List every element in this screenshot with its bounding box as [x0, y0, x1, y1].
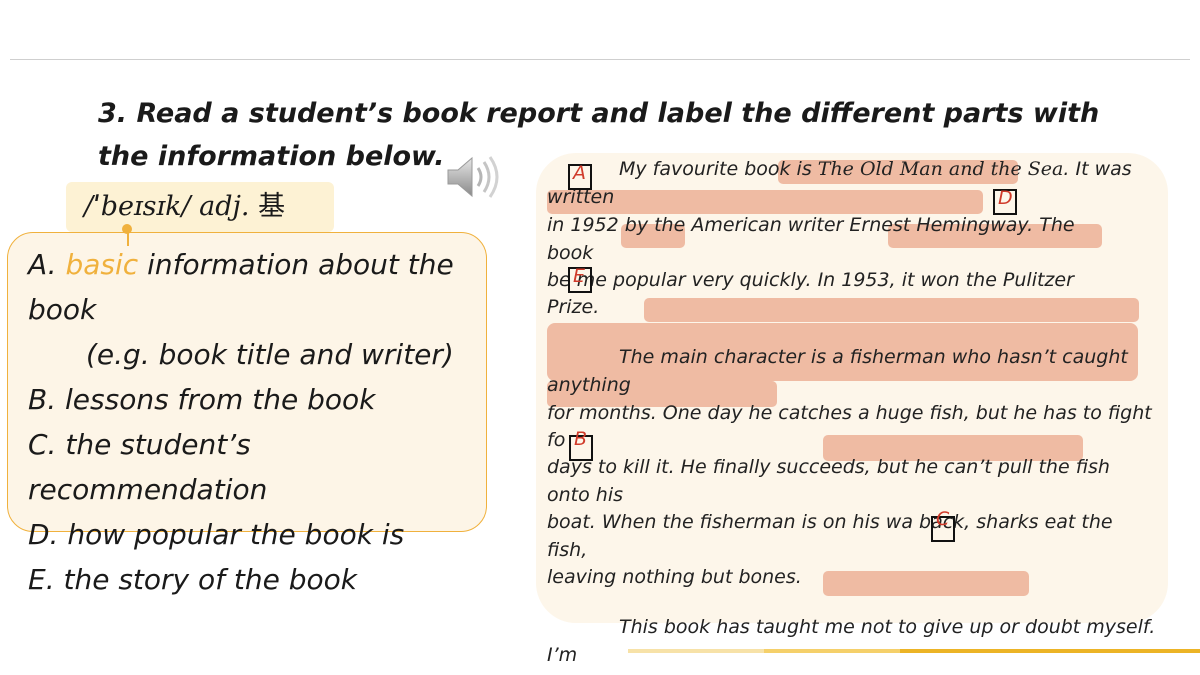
progress-segment: [764, 649, 900, 653]
report-line: be me popular very quickly. In 1953, it …: [547, 269, 1074, 291]
label-letter-c: C: [936, 508, 950, 530]
option-c-line2: recommendation: [28, 473, 268, 506]
report-line: days to kill it. He finally succeeds, bu…: [547, 456, 1110, 478]
label-letter-d: D: [998, 187, 1013, 209]
label-letter-e: E: [573, 265, 586, 287]
options-list: A. basic information about the book (e.g…: [28, 242, 498, 602]
label-letter-a: A: [573, 162, 586, 184]
report-line: This book has taught me not to give up o…: [619, 616, 1156, 638]
report-text: My favourite book is: [619, 158, 818, 180]
report-line: anything: [547, 374, 631, 396]
report-line: The main character is a fisherman who ha…: [619, 346, 1128, 368]
report-line: fish,: [547, 539, 588, 561]
top-divider: [10, 59, 1190, 60]
label-letter-b: B: [574, 428, 588, 450]
phonetic-gloss: 基: [258, 191, 286, 222]
report-line: book: [547, 242, 594, 264]
option-e: E. the story of the book: [28, 563, 358, 596]
report-line: for months. One day he catches a huge fi…: [547, 402, 1152, 424]
report-line: fo: [547, 429, 566, 451]
option-a-prefix: A.: [28, 248, 66, 281]
report-line: Prize.: [547, 296, 600, 318]
option-d: D. how popular the book is: [28, 518, 405, 551]
report-line: My favourite book is The Old Man and the…: [619, 158, 1132, 180]
progress-segment: [628, 649, 764, 653]
report-line: in 1952 by the American writer Ernest He…: [547, 214, 1075, 236]
phonetic-ipa: /ˈbeɪsɪk/: [84, 191, 191, 222]
report-line: onto his: [547, 484, 623, 506]
progress-segment: [900, 649, 1200, 653]
option-a-rest: information about the: [138, 248, 454, 281]
option-a: A. basic information about the: [28, 242, 498, 287]
option-b: B. lessons from the book: [28, 383, 376, 416]
highlight-band: [823, 571, 1029, 596]
speaker-icon[interactable]: [446, 152, 506, 202]
option-a-line2: book: [28, 293, 97, 326]
phonetic-pos: adj.: [199, 191, 250, 222]
report-text: . It was: [1063, 158, 1132, 180]
option-a-example: (e.g. book title and writer): [86, 338, 454, 371]
tooltip-pointer-dot: [122, 224, 132, 234]
report-line: boat. When the fisherman is on his wa ba…: [547, 511, 1113, 533]
phonetic-tooltip: /ˈbeɪsɪk/ adj. 基: [66, 182, 334, 232]
book-title: The Old Man and the Sea: [817, 158, 1064, 180]
report-line: leaving nothing but bones.: [547, 566, 802, 588]
report-line: I’m: [547, 644, 578, 666]
highlight-band: [644, 298, 1139, 322]
option-c: C. the student’s: [28, 428, 251, 461]
basic-highlight[interactable]: basic: [65, 248, 138, 281]
